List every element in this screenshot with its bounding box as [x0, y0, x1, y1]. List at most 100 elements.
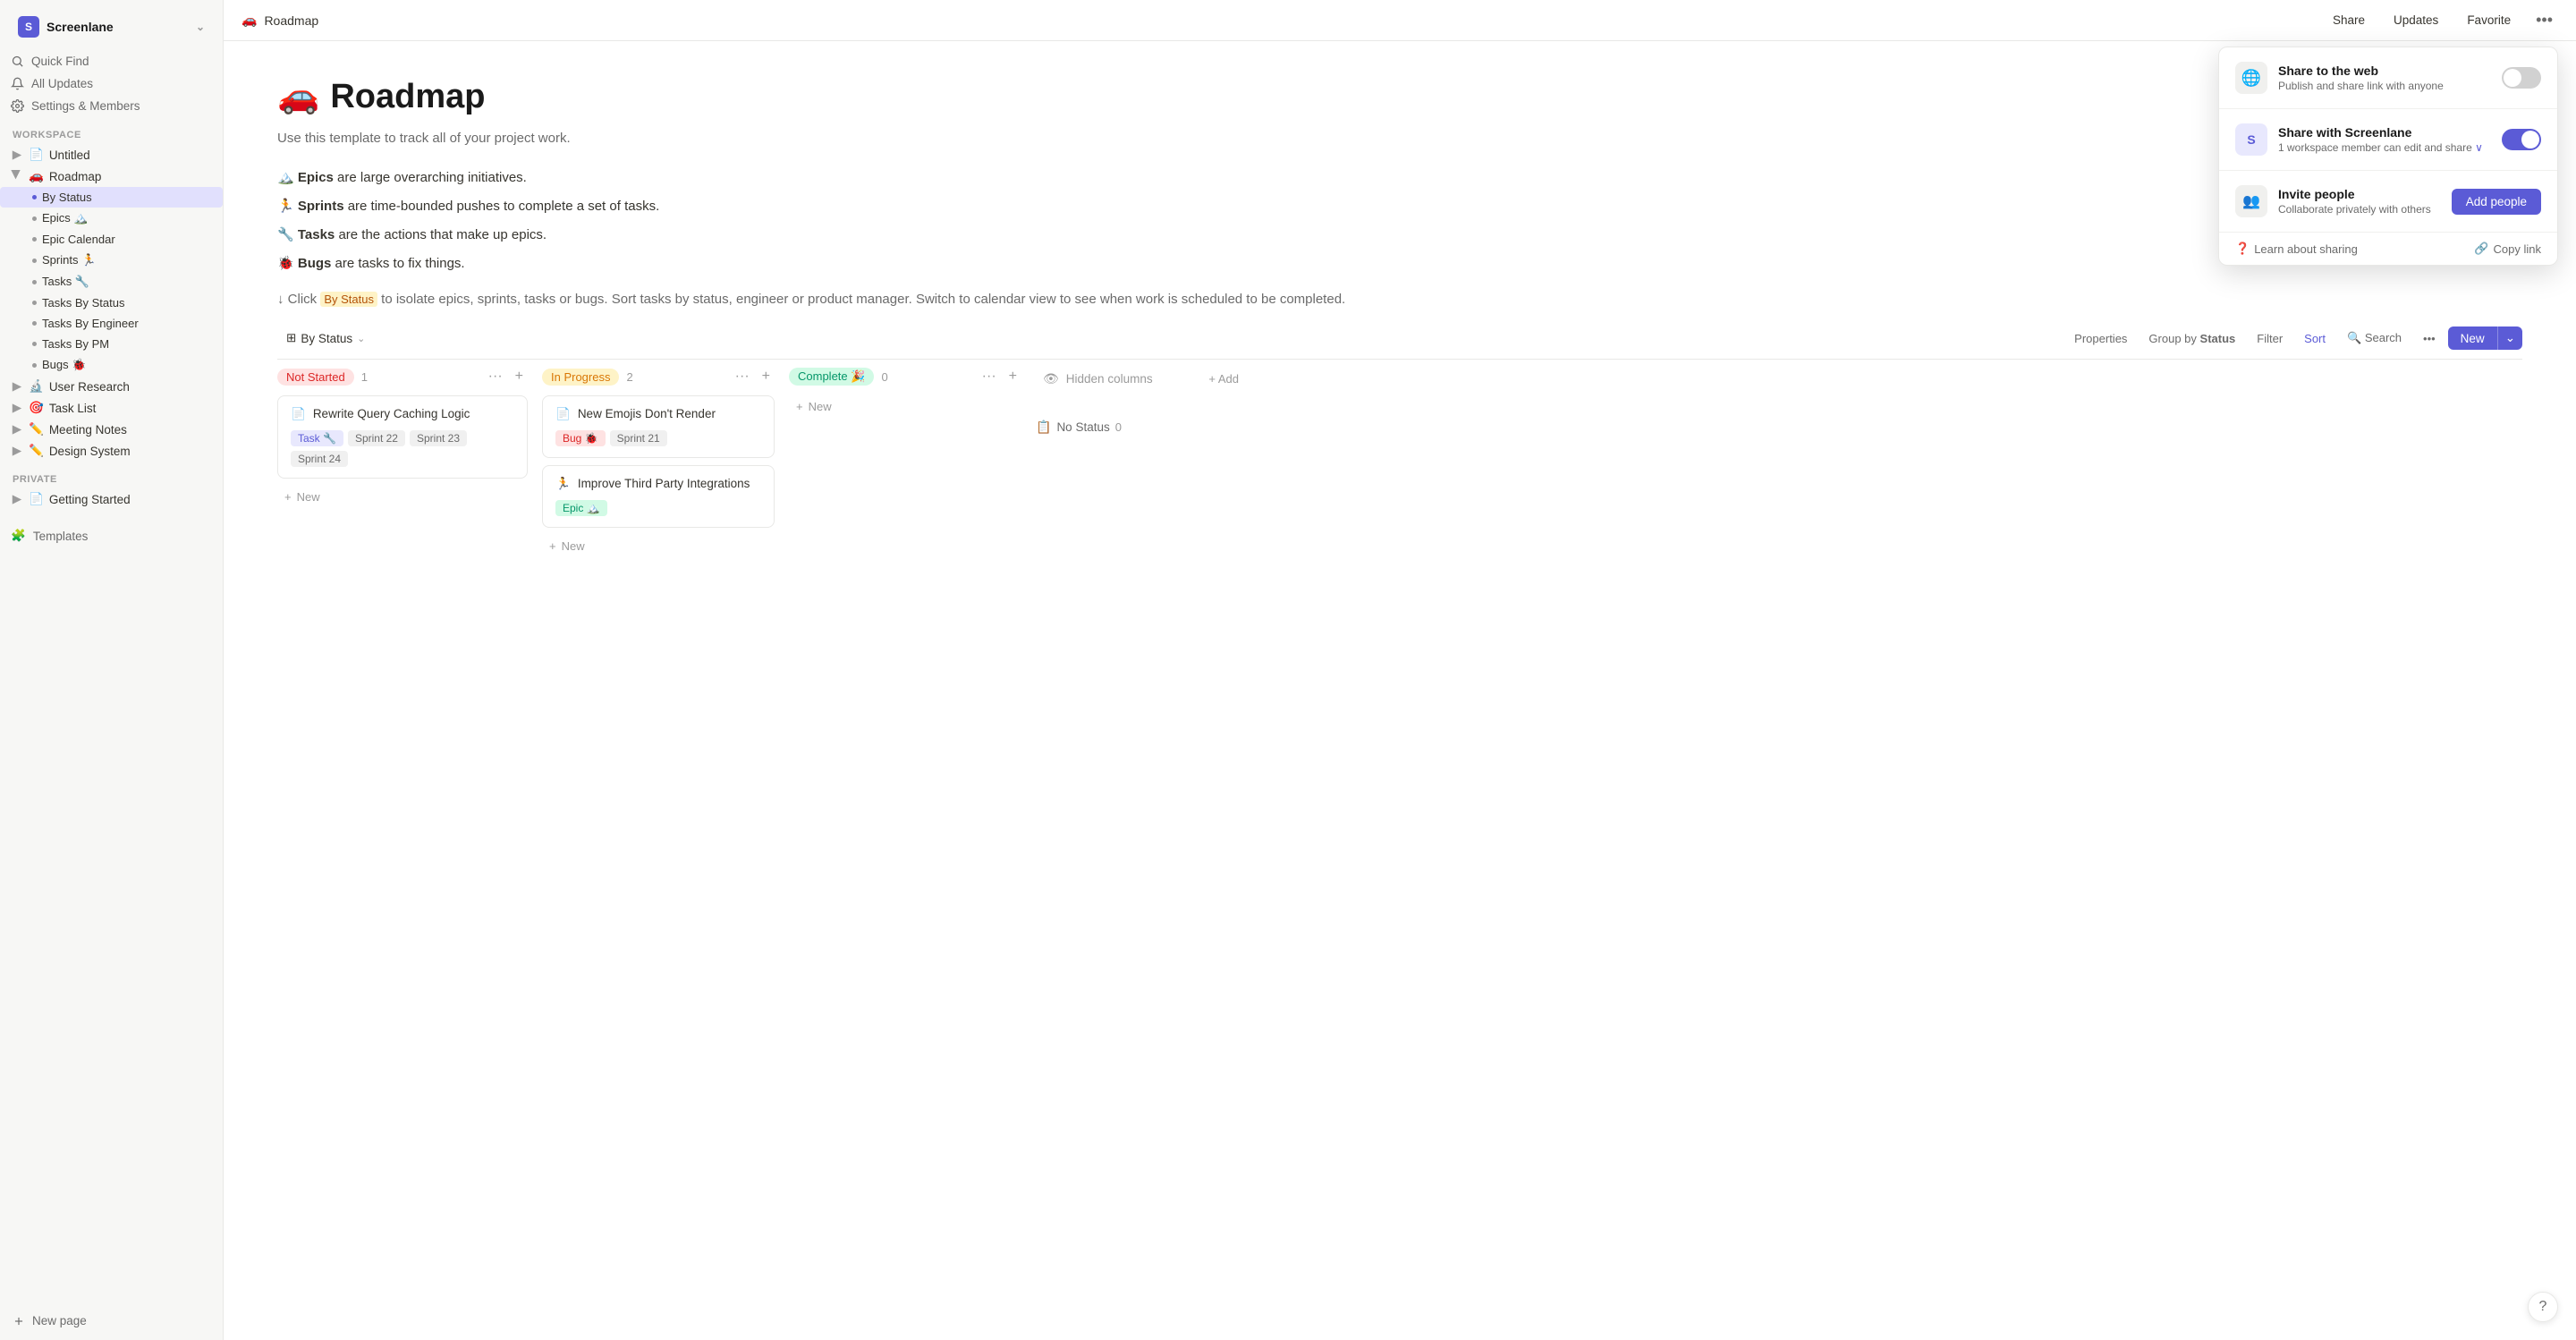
- favorite-button[interactable]: Favorite: [2458, 10, 2520, 30]
- templates-icon: 🧩: [11, 529, 26, 543]
- invite-people-icon: 👥: [2235, 185, 2267, 217]
- sidebar-subitem-epics[interactable]: Epics 🏔️: [0, 208, 223, 229]
- sidebar-subitem-bugs[interactable]: Bugs 🐞: [0, 354, 223, 376]
- sidebar-item-settings[interactable]: Settings & Members: [0, 95, 223, 117]
- sidebar-item-roadmap[interactable]: ▶ 🚗 Roadmap: [0, 165, 223, 187]
- add-in-progress-label: New: [562, 539, 585, 553]
- database-toolbar: ⊞ By Status ⌄ Properties Group by Status…: [277, 318, 2522, 360]
- by-status-highlight: By Status: [320, 292, 377, 307]
- sidebar-subitem-sprints[interactable]: Sprints 🏃: [0, 250, 223, 271]
- add-in-progress-button[interactable]: + New: [542, 535, 775, 557]
- sidebar-item-getting-started[interactable]: ▶ 📄 Getting Started: [0, 488, 223, 510]
- sidebar-item-untitled[interactable]: ▶ 📄 Untitled: [0, 144, 223, 165]
- topbar-page-icon: 🚗: [242, 13, 257, 28]
- kanban-card-3[interactable]: 🏃 Improve Third Party Integrations Epic …: [542, 465, 775, 528]
- invite-people-info: Invite people Collaborate privately with…: [2278, 187, 2441, 216]
- getting-started-icon: 📄: [29, 492, 44, 506]
- sprints-emoji: 🏃: [277, 199, 294, 214]
- view-selector-button[interactable]: ⊞ By Status ⌄: [277, 327, 374, 349]
- col-more-button[interactable]: ···: [978, 367, 1001, 386]
- col-actions-in-progress: ··· +: [731, 367, 775, 386]
- kanban-col-in-progress: In Progress 2 ··· + 📄 New Emojis Don't R…: [542, 367, 775, 557]
- sidebar-subitem-tasks[interactable]: Tasks 🔧: [0, 271, 223, 293]
- templates-item[interactable]: 🧩 Templates: [0, 524, 223, 547]
- group-by-value: Status: [2200, 332, 2236, 345]
- subitem-tasks-label: Tasks 🔧: [42, 275, 89, 289]
- kanban-card-1[interactable]: 📄 Rewrite Query Caching Logic Task 🔧 Spr…: [277, 395, 528, 479]
- sidebar-item-meeting-notes[interactable]: ▶ ✏️ Meeting Notes: [0, 419, 223, 440]
- topbar: 🚗 Roadmap Share Updates Favorite •••: [224, 0, 2576, 41]
- sort-button[interactable]: Sort: [2295, 328, 2334, 349]
- group-by-button[interactable]: Group by Status: [2140, 328, 2244, 349]
- dot-icon: [32, 342, 37, 346]
- chevron-right-icon: ▶: [11, 493, 23, 505]
- sidebar-subitem-tasks-by-engineer[interactable]: Tasks By Engineer: [0, 313, 223, 334]
- sidebar-subitem-tasks-by-pm[interactable]: Tasks By PM: [0, 334, 223, 354]
- properties-button[interactable]: Properties: [2065, 328, 2136, 349]
- topbar-actions: Share Updates Favorite •••: [2324, 9, 2558, 31]
- chevron-right-icon: ▶: [11, 148, 23, 161]
- kanban-col-complete: Complete 🎉 0 ··· + + New: [789, 367, 1021, 557]
- complete-count: 0: [881, 370, 887, 384]
- invite-people-row: 👥 Invite people Collaborate privately wi…: [2219, 171, 2557, 233]
- add-people-button[interactable]: Add people: [2452, 189, 2541, 215]
- brand-button[interactable]: S Screenlane ⌄: [11, 11, 212, 43]
- updates-button[interactable]: Updates: [2385, 10, 2447, 30]
- subitem-sprints-label: Sprints 🏃: [42, 253, 96, 267]
- sidebar-item-all-updates[interactable]: All Updates: [0, 72, 223, 95]
- more-db-options-button[interactable]: •••: [2414, 328, 2445, 349]
- tag-sprint21: Sprint 21: [610, 430, 667, 446]
- share-button[interactable]: Share: [2324, 10, 2374, 30]
- sidebar-item-task-list[interactable]: ▶ 🎯 Task List: [0, 397, 223, 419]
- col-add-button[interactable]: +: [758, 367, 775, 386]
- learn-sharing-label: Learn about sharing: [2254, 242, 2358, 256]
- sidebar-subitem-epic-calendar[interactable]: Epic Calendar: [0, 229, 223, 250]
- sidebar-subitem-by-status[interactable]: By Status: [0, 187, 223, 208]
- help-button[interactable]: ?: [2528, 1292, 2558, 1322]
- new-page-button[interactable]: New page: [0, 1309, 223, 1333]
- share-web-toggle[interactable]: [2502, 67, 2541, 89]
- new-btn-arrow[interactable]: ⌄: [2497, 327, 2522, 350]
- tag-sprint24: Sprint 24: [291, 451, 348, 467]
- learn-sharing-link[interactable]: ❓ Learn about sharing: [2235, 242, 2358, 256]
- body-item-bugs: 🐞 Bugs are tasks to fix things.: [277, 253, 2522, 275]
- brand-name: Screenlane: [47, 20, 114, 34]
- kanban-card-2[interactable]: 📄 New Emojis Don't Render Bug 🐞 Sprint 2…: [542, 395, 775, 458]
- hidden-columns-area: 👁 Hidden columns + Add 📋 No Status 0: [1036, 367, 1250, 557]
- copy-link-button[interactable]: 🔗 Copy link: [2474, 242, 2541, 256]
- no-status-col: 📋 No Status 0: [1036, 387, 1250, 435]
- kanban-col-not-started: Not Started 1 ··· + 📄 Rewrite Query Cach…: [277, 367, 528, 557]
- sidebar-subitem-tasks-by-status[interactable]: Tasks By Status: [0, 293, 223, 313]
- nav-quick-find-label: Quick Find: [31, 55, 89, 68]
- sidebar: S Screenlane ⌄ Quick Find All Updates Se…: [0, 0, 224, 1340]
- new-record-button[interactable]: New ⌄: [2448, 327, 2522, 350]
- invite-people-subtitle: Collaborate privately with others: [2278, 203, 2441, 216]
- add-hidden-col-button[interactable]: + Add: [1204, 370, 1243, 387]
- chevron-right-icon: ▶: [11, 380, 23, 393]
- bugs-emoji: 🐞: [277, 256, 294, 271]
- col-add-button[interactable]: +: [511, 367, 528, 386]
- sidebar-item-user-research[interactable]: ▶ 🔬 User Research: [0, 376, 223, 397]
- more-options-button[interactable]: •••: [2530, 9, 2558, 31]
- untitled-label: Untitled: [49, 148, 90, 162]
- dot-icon: [32, 321, 37, 326]
- col-header-in-progress: In Progress 2 ··· +: [542, 367, 775, 386]
- col-more-button[interactable]: ···: [484, 367, 507, 386]
- not-started-count: 1: [361, 370, 368, 384]
- tasks-emoji: 🔧: [277, 227, 294, 242]
- share-screenlane-toggle[interactable]: [2502, 129, 2541, 150]
- add-not-started-button[interactable]: + New: [277, 486, 528, 508]
- subitem-tasks-by-status-label: Tasks By Status: [42, 296, 124, 310]
- card-doc-icon: 📄: [555, 407, 571, 421]
- col-add-button[interactable]: +: [1004, 367, 1021, 386]
- sidebar-item-design-system[interactable]: ▶ ✏️ Design System: [0, 440, 223, 462]
- add-complete-button[interactable]: + New: [789, 395, 1021, 418]
- view-label: By Status: [301, 332, 352, 345]
- toggle-knob-on: [2521, 131, 2539, 148]
- search-button[interactable]: 🔍 Search: [2338, 327, 2411, 349]
- plus-icon: [13, 1315, 25, 1327]
- dot-icon: [32, 216, 37, 221]
- col-more-button[interactable]: ···: [731, 367, 754, 386]
- filter-button[interactable]: Filter: [2248, 328, 2292, 349]
- sidebar-item-quick-find[interactable]: Quick Find: [0, 50, 223, 72]
